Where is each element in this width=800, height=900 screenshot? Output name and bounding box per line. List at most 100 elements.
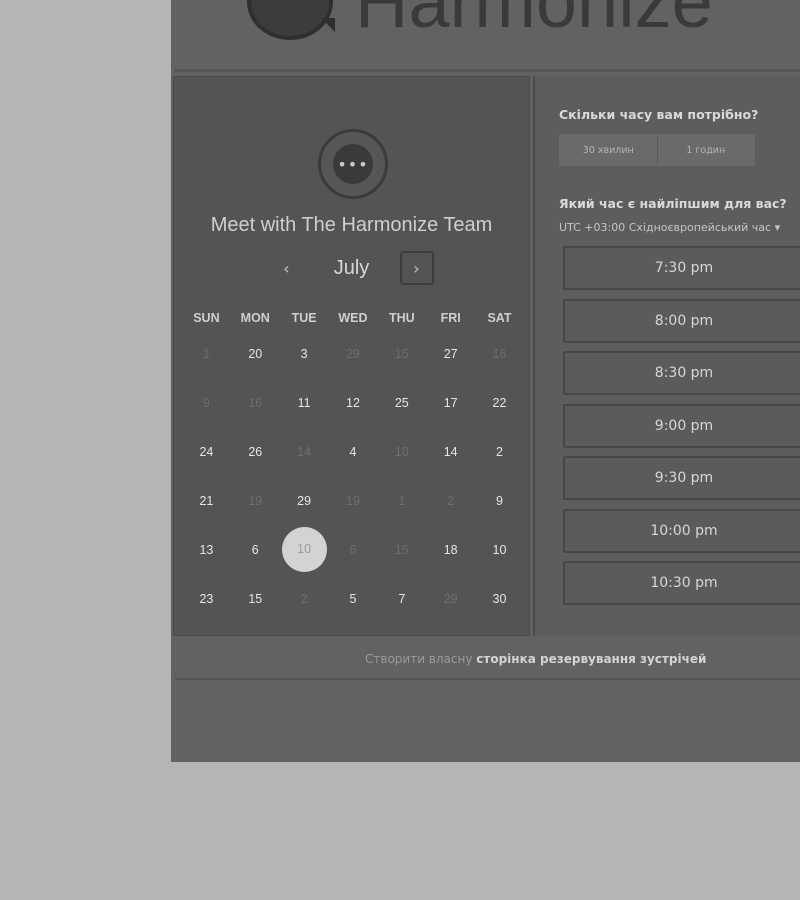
time-slot-button[interactable]: 10:30 pm bbox=[563, 561, 800, 605]
calendar-week-row: 21 19 29 19 1 2 9 bbox=[182, 476, 524, 525]
calendar-day[interactable]: 17 bbox=[426, 396, 475, 410]
calendar-day: 16 bbox=[231, 396, 280, 410]
day-number: 15 bbox=[394, 346, 409, 361]
time-slot-button[interactable]: 9:00 pm bbox=[563, 403, 800, 448]
calendar-day[interactable]: 22 bbox=[475, 396, 524, 410]
calendar-day: 19 bbox=[231, 494, 280, 508]
time-panel: Скільки часу вам потрібно? 30 хвилин 1 г… bbox=[533, 76, 800, 636]
calendar-day[interactable]: 30 bbox=[475, 592, 524, 606]
weekday-label: FRI bbox=[440, 311, 461, 325]
day-number: 3 bbox=[300, 346, 308, 361]
day-number: 2 bbox=[447, 493, 455, 508]
calendar-day[interactable]: 25 bbox=[377, 396, 426, 410]
create-link-prefix: Створити власну bbox=[365, 652, 473, 666]
calendar-day[interactable]: 27 bbox=[426, 347, 475, 361]
time-slot-button[interactable]: 8:30 pm bbox=[563, 351, 800, 395]
time-slot-list: 7:30 pm 8:00 pm 8:30 pm 9:00 pm 9:30 pm 10:00… bbox=[563, 246, 800, 614]
calendar-day: 29 bbox=[329, 347, 378, 361]
weekday-label: SAT bbox=[487, 311, 512, 325]
day-number: 19 bbox=[346, 493, 360, 508]
calendar-day-selected[interactable]: 10 bbox=[280, 527, 329, 572]
day-number: 24 bbox=[199, 444, 214, 459]
calendar-day[interactable]: 5 bbox=[329, 592, 378, 606]
duration-option-1hour[interactable]: 1 годин bbox=[656, 135, 754, 165]
day-number: 14 bbox=[443, 444, 458, 459]
calendar-day[interactable]: 13 bbox=[182, 543, 231, 557]
calendar-day: 9 bbox=[182, 396, 231, 410]
duration-option-30min[interactable]: 30 хвилин bbox=[560, 135, 657, 165]
calendar-day[interactable]: 3 bbox=[280, 347, 329, 361]
calendar-day[interactable]: 2 bbox=[475, 445, 524, 459]
calendar-day[interactable]: 7 bbox=[377, 592, 426, 606]
calendar-day: 15 bbox=[377, 347, 426, 361]
time-slot-button[interactable]: 7:30 pm bbox=[563, 246, 800, 290]
create-booking-page-link[interactable]: Створити власну сторінка резервування зу… bbox=[365, 652, 706, 666]
calendar-week-row: 9 16 11 12 25 17 22 bbox=[182, 378, 524, 427]
calendar-day[interactable]: 4 bbox=[329, 445, 378, 459]
day-number: 6 bbox=[251, 542, 259, 557]
chat-bubble-icon: ••• bbox=[333, 144, 373, 184]
day-number: 21 bbox=[199, 493, 214, 508]
calendar-day[interactable]: 14 bbox=[426, 445, 475, 459]
time-slot-button[interactable]: 10:00 pm bbox=[563, 508, 800, 553]
day-number: 27 bbox=[443, 346, 458, 361]
calendar-day: 19 bbox=[329, 494, 378, 508]
calendar-day[interactable]: 11 bbox=[280, 396, 329, 410]
day-number: 1 bbox=[398, 493, 406, 508]
day-number: 10 bbox=[281, 527, 327, 572]
month-navigation: ‹ July › bbox=[174, 249, 529, 287]
day-number: 29 bbox=[443, 591, 458, 606]
weekday-label: TUE bbox=[291, 311, 317, 325]
calendar-day[interactable]: 20 bbox=[231, 347, 280, 361]
calendar-day[interactable]: 10 bbox=[475, 543, 524, 557]
weekday-label: THU bbox=[388, 311, 415, 325]
calendar-day[interactable]: 29 bbox=[280, 494, 329, 508]
day-number: 22 bbox=[492, 395, 507, 410]
calendar-week-row: 1 20 3 29 15 27 16 bbox=[182, 329, 524, 378]
day-number: 4 bbox=[349, 444, 357, 459]
day-number: 26 bbox=[248, 444, 263, 459]
booking-frame: Harmonize ••• Meet with The Harmonize Te… bbox=[171, 0, 800, 762]
day-number: 2 bbox=[496, 444, 503, 459]
calendar-day[interactable]: 18 bbox=[426, 543, 475, 557]
day-number: 15 bbox=[394, 542, 409, 557]
calendar-day[interactable]: 26 bbox=[231, 445, 280, 459]
next-month-button[interactable]: › bbox=[399, 251, 434, 285]
chevron-right-icon: › bbox=[413, 258, 420, 278]
day-number: 10 bbox=[492, 542, 507, 557]
header-divider bbox=[175, 69, 800, 72]
day-number: 25 bbox=[394, 395, 409, 410]
chevron-left-icon: ‹ bbox=[283, 258, 290, 278]
day-number: 30 bbox=[492, 591, 507, 606]
create-link-text: сторінка резервування зустрічей bbox=[476, 652, 707, 666]
weekday-header: SUN MON TUE WED THU FRI SAT bbox=[182, 307, 524, 329]
calendar-day[interactable]: 6 bbox=[231, 543, 280, 557]
day-number: 5 bbox=[349, 591, 357, 606]
avatar: ••• bbox=[318, 129, 388, 199]
calendar-day: 10 bbox=[377, 445, 426, 459]
calendar-panel: ••• Meet with The Harmonize Team ‹ July … bbox=[173, 76, 530, 636]
duration-selector: 30 хвилин 1 годин bbox=[559, 134, 755, 166]
day-number: 18 bbox=[443, 542, 458, 557]
calendar-day[interactable]: 15 bbox=[231, 592, 280, 606]
calendar-day: 2 bbox=[280, 592, 329, 606]
day-number: 15 bbox=[248, 591, 263, 606]
calendar-day: 29 bbox=[426, 592, 475, 606]
calendar-day[interactable]: 9 bbox=[475, 494, 524, 508]
day-number: 2 bbox=[300, 591, 308, 606]
calendar-day[interactable]: 21 bbox=[182, 494, 231, 508]
prev-month-button[interactable]: ‹ bbox=[270, 251, 304, 285]
brand-name: Harmonize bbox=[355, 0, 713, 43]
calendar-day[interactable]: 23 bbox=[182, 592, 231, 606]
day-number: 29 bbox=[346, 346, 360, 361]
weekday-label: WED bbox=[338, 311, 368, 325]
day-number: 20 bbox=[248, 346, 263, 361]
calendar-day[interactable]: 24 bbox=[182, 445, 231, 459]
time-slot-button[interactable]: 8:00 pm bbox=[563, 298, 800, 343]
brand-header: Harmonize bbox=[247, 0, 713, 43]
day-number: 17 bbox=[443, 395, 458, 410]
timezone-select[interactable]: UTC +03:00 Східноєвропейський час ▾ bbox=[559, 221, 780, 234]
timezone-label: UTC +03:00 Східноєвропейський час bbox=[559, 221, 772, 234]
time-slot-button[interactable]: 9:30 pm bbox=[563, 456, 800, 500]
calendar-day[interactable]: 12 bbox=[329, 396, 378, 410]
